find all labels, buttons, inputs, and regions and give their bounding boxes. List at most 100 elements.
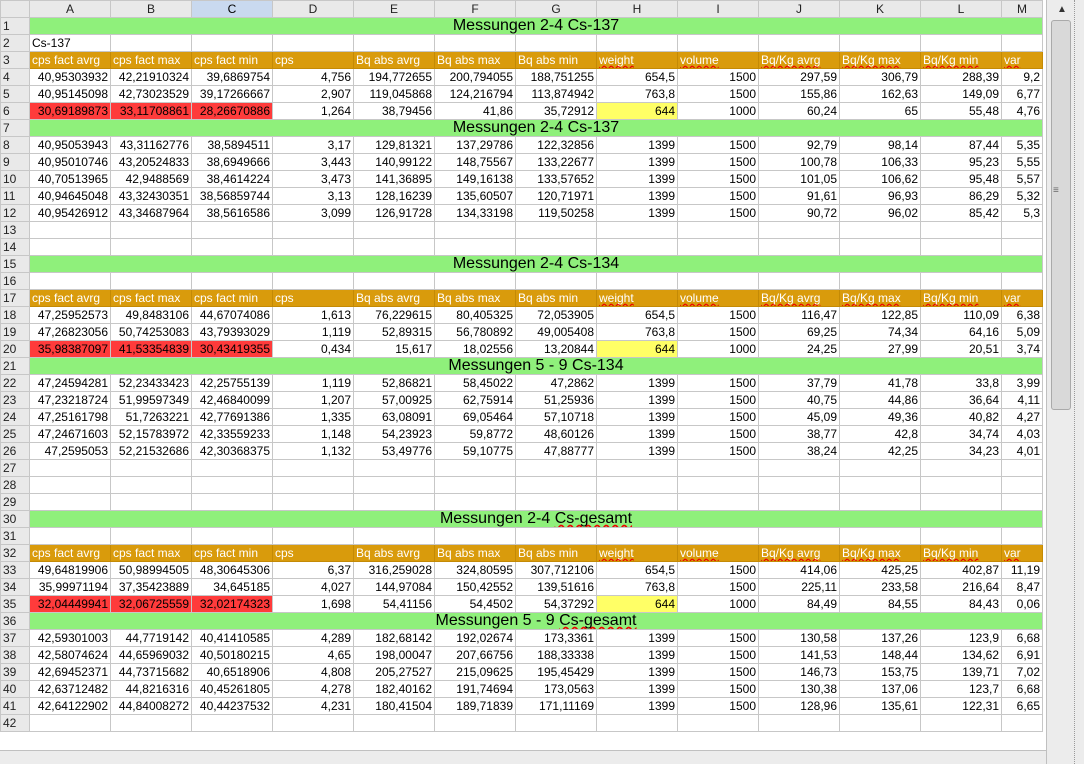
column-label-cell[interactable]: Bq/Kg avrg [758,544,840,562]
cell[interactable]: 52,15783972 [110,425,192,443]
cell[interactable] [434,34,516,52]
cell[interactable]: 134,62 [920,646,1002,664]
cell[interactable]: 1399 [596,391,678,409]
cell[interactable]: 134,33198 [434,204,516,222]
row-header[interactable]: 22 [0,374,30,392]
cell[interactable] [758,238,840,256]
section-title-cell[interactable]: Messungen 2-4 Cs-134 [29,255,1043,273]
cell[interactable] [353,221,435,239]
cell[interactable] [29,714,111,732]
cell[interactable]: 32,02174323 [191,595,273,613]
cell[interactable]: 96,93 [839,187,921,205]
cell[interactable]: 137,26 [839,629,921,647]
cell[interactable] [353,493,435,511]
cell[interactable]: 42,58074624 [29,646,111,664]
cell[interactable]: 130,58 [758,629,840,647]
cell[interactable] [839,272,921,290]
cell[interactable]: 205,27527 [353,663,435,681]
column-header-f[interactable]: F [434,0,516,18]
row-header[interactable]: 39 [0,663,30,681]
cell[interactable]: 1500 [677,561,759,579]
cell[interactable]: 52,86821 [353,374,435,392]
cell[interactable]: 43,32430351 [110,187,192,205]
cell[interactable]: 1500 [677,204,759,222]
cell[interactable]: 1500 [677,374,759,392]
cell[interactable] [272,476,354,494]
cell[interactable]: 149,16138 [434,170,516,188]
cell[interactable] [272,493,354,511]
section-title-cell[interactable]: Messungen 2-4 Cs-137 [29,119,1043,137]
cell[interactable] [29,221,111,239]
cell[interactable]: 194,772655 [353,68,435,86]
cell[interactable] [29,493,111,511]
cell[interactable] [839,459,921,477]
cell[interactable]: 42,8 [839,425,921,443]
cell[interactable]: 38,5616586 [191,204,273,222]
column-label-cell[interactable]: cps fact max [110,544,192,562]
cell[interactable] [272,272,354,290]
cell[interactable]: 51,99597349 [110,391,192,409]
column-label-cell[interactable]: volume [677,544,759,562]
cell[interactable]: 1399 [596,187,678,205]
cell[interactable]: 37,79 [758,374,840,392]
cell[interactable] [110,527,192,545]
cell[interactable]: 69,05464 [434,408,516,426]
section-title-cell[interactable]: Messungen 5 - 9 Cs-gesamt [29,612,1043,630]
cell[interactable] [272,238,354,256]
cell[interactable] [272,527,354,545]
cell[interactable] [758,272,840,290]
cell[interactable]: 35,98387097 [29,340,111,358]
cell[interactable]: 42,59301003 [29,629,111,647]
split-handle[interactable] [1074,0,1082,764]
row-header[interactable]: 21 [0,357,30,375]
cell[interactable]: 135,60507 [434,187,516,205]
cell[interactable]: 65 [839,102,921,120]
cell[interactable]: 1000 [677,595,759,613]
row-header[interactable]: 8 [0,136,30,154]
cell[interactable]: 644 [596,595,678,613]
cell[interactable]: 34,23 [920,442,1002,460]
cell[interactable]: 4,289 [272,629,354,647]
cell[interactable]: 207,66756 [434,646,516,664]
cell[interactable]: 149,09 [920,85,1002,103]
cell[interactable] [596,527,678,545]
column-header-e[interactable]: E [353,0,435,18]
cell[interactable]: 40,95010746 [29,153,111,171]
column-label-cell[interactable]: cps [272,544,354,562]
cell[interactable]: 55,48 [920,102,1002,120]
column-header-g[interactable]: G [515,0,597,18]
cell[interactable]: 42,77691386 [191,408,273,426]
cell[interactable] [434,714,516,732]
cell[interactable]: 763,8 [596,85,678,103]
column-header-l[interactable]: L [920,0,1002,18]
cell[interactable]: 63,08091 [353,408,435,426]
cell[interactable]: 122,31 [920,697,1002,715]
cell[interactable]: 139,51616 [515,578,597,596]
cell[interactable]: 1000 [677,102,759,120]
cell[interactable]: 38,56859744 [191,187,273,205]
cell[interactable]: 84,43 [920,595,1002,613]
cell[interactable] [515,459,597,477]
cell[interactable]: 54,37292 [515,595,597,613]
cell[interactable] [596,238,678,256]
cell[interactable]: 91,61 [758,187,840,205]
cell[interactable] [1001,493,1043,511]
cell[interactable]: 92,79 [758,136,840,154]
cell[interactable]: 4,756 [272,68,354,86]
cell[interactable]: 200,794055 [434,68,516,86]
cell[interactable] [515,476,597,494]
column-label-cell[interactable]: volume [677,51,759,69]
row-header[interactable]: 33 [0,561,30,579]
cell[interactable] [1001,34,1043,52]
cell[interactable]: 225,11 [758,578,840,596]
cell[interactable]: 9,2 [1001,68,1043,86]
cell[interactable] [191,272,273,290]
cell[interactable]: 119,045868 [353,85,435,103]
cell[interactable]: 1399 [596,697,678,715]
column-label-cell[interactable]: cps fact avrg [29,51,111,69]
cell[interactable]: 1500 [677,85,759,103]
cell[interactable]: 47,23218724 [29,391,111,409]
cell[interactable] [110,714,192,732]
row-header[interactable]: 25 [0,425,30,443]
cell[interactable]: 1500 [677,663,759,681]
